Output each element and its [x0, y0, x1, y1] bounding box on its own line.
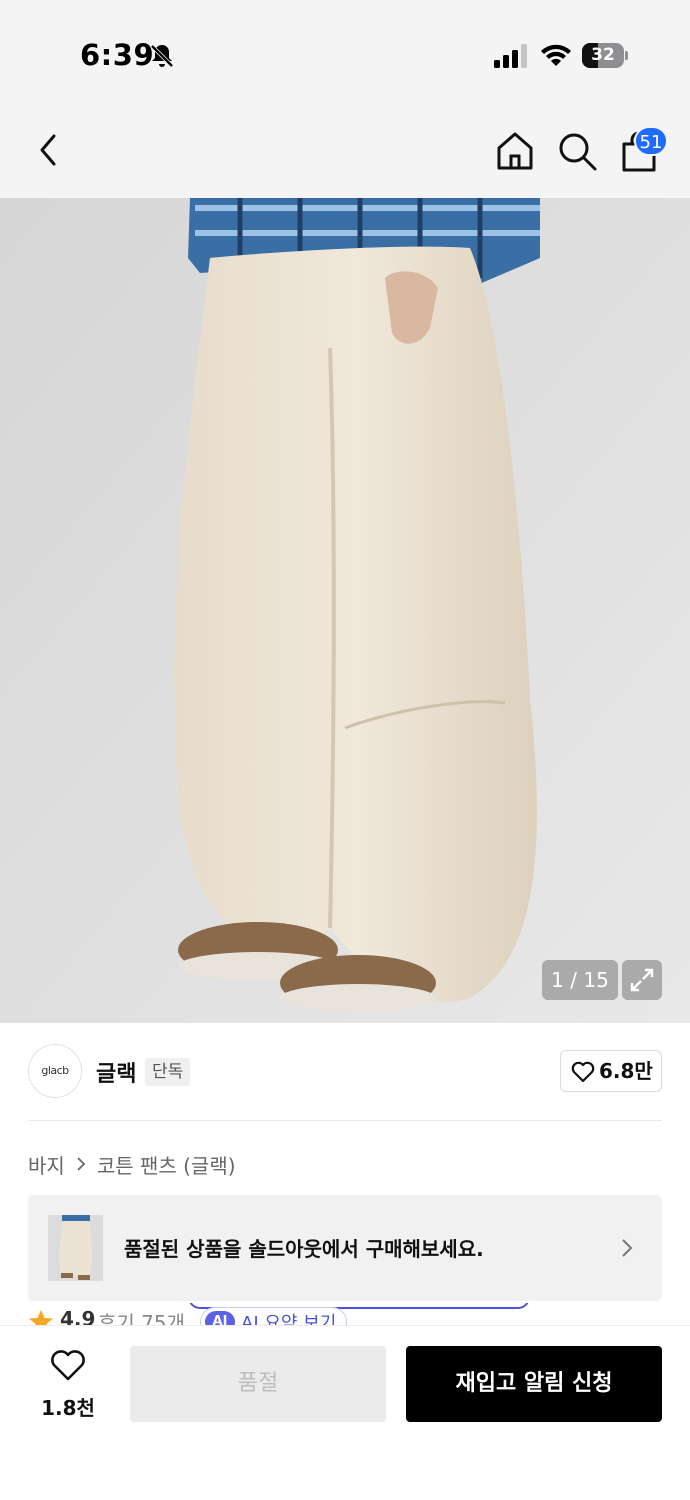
wishlist-count: 1.8천 — [41, 1396, 95, 1420]
soldout-banner[interactable]: 품절된 상품을 솔드아웃에서 구매해보세요. — [28, 1195, 662, 1301]
brand-logo[interactable]: glacb — [28, 1044, 82, 1098]
brand-like-button[interactable]: 6.8만 — [560, 1050, 662, 1092]
rating-value: 4.9 — [60, 1307, 96, 1325]
bottom-bar: 1.8천 품절 재입고 알림 신청 — [0, 1325, 690, 1500]
wifi-icon — [541, 44, 571, 66]
cart-count-badge: 51 — [634, 126, 668, 156]
breadcrumb-subcategory[interactable]: 코튼 팬츠 (글랙) — [97, 1150, 236, 1179]
exclusive-badge: 단독 — [145, 1058, 191, 1086]
soldout-thumbnail — [48, 1215, 103, 1281]
ai-chip: AI — [205, 1311, 235, 1325]
star-icon — [29, 1310, 53, 1325]
soldout-message: 품절된 상품을 솔드아웃에서 구매해보세요. — [124, 1237, 484, 1261]
nav-bar — [0, 100, 690, 198]
product-image[interactable] — [0, 198, 690, 1023]
chevron-right-icon — [622, 1239, 633, 1257]
product-photo — [0, 198, 690, 1023]
chevron-left-icon[interactable] — [30, 130, 70, 170]
status-bar: 6:39 32 — [0, 0, 690, 100]
signal-icon — [494, 44, 527, 68]
brand-like-count: 6.8만 — [599, 1059, 653, 1083]
review-summary[interactable]: 4.9 후기 75개 AI AI 요약 보기 — [28, 1303, 662, 1325]
ai-summary-label: AI 요약 보기 — [241, 1313, 337, 1325]
expand-icon[interactable] — [622, 960, 662, 1000]
chevron-right-icon — [77, 1157, 86, 1171]
review-count[interactable]: 후기 75개 — [98, 1307, 185, 1325]
heart-icon — [571, 1061, 595, 1083]
brand-name[interactable]: 글랙 — [96, 1056, 136, 1088]
breadcrumb: 바지 코튼 팬츠 (글랙) — [28, 1150, 236, 1178]
status-time: 6:39 — [80, 38, 155, 72]
image-counter: 1 / 15 — [542, 960, 618, 1000]
search-icon[interactable] — [556, 130, 598, 172]
home-icon[interactable] — [494, 130, 536, 172]
wishlist-button[interactable]: 1.8천 — [30, 1350, 106, 1430]
heart-icon — [51, 1350, 85, 1381]
divider — [28, 1120, 662, 1121]
battery-icon: 32 — [582, 43, 628, 68]
soldout-button: 품절 — [130, 1346, 386, 1422]
battery-level: 32 — [591, 45, 615, 65]
restock-alert-button[interactable]: 재입고 알림 신청 — [406, 1346, 662, 1422]
ai-summary-button[interactable]: AI AI 요약 보기 — [200, 1307, 348, 1325]
breadcrumb-category[interactable]: 바지 — [28, 1150, 65, 1179]
bell-muted-icon — [150, 44, 174, 68]
